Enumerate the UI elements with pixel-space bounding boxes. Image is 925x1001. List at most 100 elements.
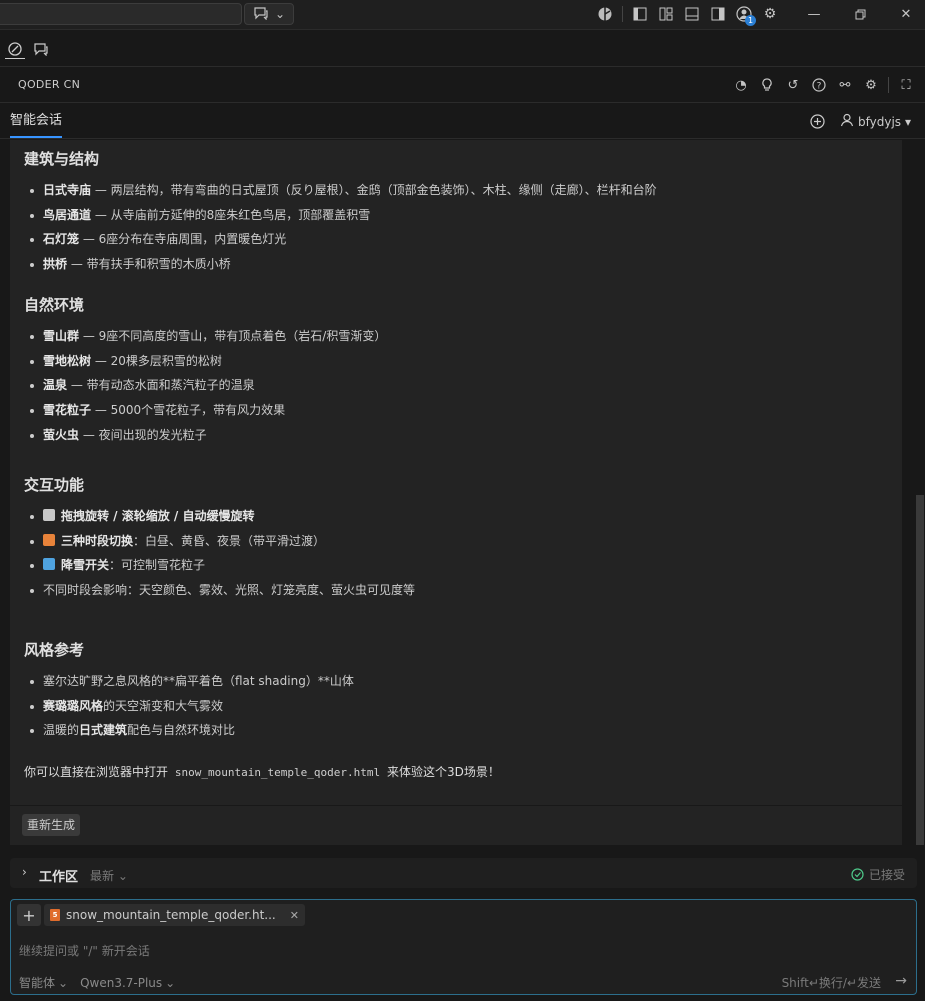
list-item: 雪山群 — 9座不同高度的雪山，带有顶点着色（岩石/积雪渐变） <box>28 324 386 349</box>
chevron-down-icon: ⌄ <box>274 7 286 21</box>
item-term: 日式寺庙 <box>43 183 92 197</box>
item-description: — 夜间出现的发光粒子 <box>79 427 207 442</box>
workspace-bar[interactable]: › 工作区 最新 ⌄ 已接受 <box>10 858 917 888</box>
scrollbar-thumb[interactable] <box>916 495 924 845</box>
item-description: — 6座分布在寺庙周围，内置暖色灯光 <box>79 232 287 247</box>
command-center-search[interactable] <box>0 3 242 25</box>
user-menu[interactable]: bfydyjs ▾ <box>840 113 911 130</box>
settings-gear-icon[interactable]: ⚙ <box>858 75 884 95</box>
list-item: 温暖的日式建筑配色与自然环境对比 <box>28 718 354 743</box>
item-prefix: 温暖的 <box>43 723 80 738</box>
emoji-icon <box>43 558 55 571</box>
item-term: 萤火虫 <box>43 427 80 442</box>
chat-bubble-icon[interactable] <box>31 39 51 59</box>
emoji-icon <box>43 509 55 521</box>
item-term: 三种时段切换 <box>61 533 134 548</box>
item-term: 鸟居通道 <box>43 207 92 222</box>
item-description: 的天空渐变和大气雾效 <box>103 698 224 713</box>
list-item: 石灯笼 — 6座分布在寺庙周围，内置暖色灯光 <box>28 227 657 252</box>
account-icon[interactable]: 1 <box>731 4 757 26</box>
list-item: 拖拽旋转 / 滚轮缩放 / 自动缓慢旋转 <box>28 504 415 529</box>
customize-layout-icon[interactable] <box>653 4 679 24</box>
status-label: 已接受 <box>868 868 905 882</box>
message-actions: 重新生成 <box>10 806 902 845</box>
input-toolbar: 智能体 ⌄ Qwen3.7-Plus ⌄ Shift↵换行/↵发送 → <box>19 973 909 991</box>
list-item: 塞尔达旷野之息风格的**扁平着色（flat shading）**山体 <box>28 669 354 694</box>
chat-dropdown[interactable]: ⌄ <box>244 3 294 25</box>
panel-header: QODER CN ◔ ↺ ? ⚯ ⚙ ⛶ <box>0 67 925 103</box>
item-term: 降雪开关 <box>61 558 110 573</box>
activity-row <box>0 31 925 67</box>
item-description: — 5000个雪花粒子，带有风力效果 <box>91 403 286 418</box>
new-chat-icon[interactable] <box>808 112 826 130</box>
close-icon[interactable]: ✕ <box>290 909 299 922</box>
chat-input-box[interactable]: + 5 snow_mountain_temple_qoder.ht... ✕ 继… <box>10 899 917 995</box>
divider <box>622 6 623 22</box>
list-item: 雪花粒子 — 5000个雪花粒子，带有风力效果 <box>28 398 386 423</box>
tab-smart-chat[interactable]: 智能会话 <box>10 104 63 138</box>
model-dropdown[interactable]: Qwen3.7-Plus ⌄ <box>80 976 175 990</box>
section-heading: 建筑与结构 <box>24 150 100 168</box>
lightbulb-icon[interactable] <box>754 75 780 95</box>
chat-history-icon[interactable] <box>5 39 25 59</box>
closing-text-before: 你可以直接在浏览器中打开 <box>24 765 169 779</box>
list-item: 日式寺庙 — 两层结构，带有弯曲的日式屋顶（反り屋根）、金鸱（顶部金色装饰）、木… <box>28 178 657 203</box>
maximize-icon[interactable]: ⛶ <box>893 75 919 95</box>
mode-dropdown[interactable]: 智能体 ⌄ <box>19 974 68 991</box>
list-item: 萤火虫 — 夜间出现的发光粒子 <box>28 423 386 448</box>
add-context-button[interactable]: + <box>17 904 41 926</box>
list-item: 三种时段切换：白昼、黄昏、夜景（带平滑过渡） <box>28 529 415 554</box>
file-chip[interactable]: 5 snow_mountain_temple_qoder.ht... ✕ <box>44 904 305 926</box>
regenerate-button[interactable]: 重新生成 <box>22 814 81 836</box>
bullet-list: 塞尔达旷野之息风格的**扁平着色（flat shading）**山体 赛璐璐风格的… <box>28 669 354 743</box>
restore-button[interactable] <box>840 4 880 24</box>
bullet-list: 日式寺庙 — 两层结构，带有弯曲的日式屋顶（反り屋根）、金鸱（顶部金色装饰）、木… <box>28 178 657 277</box>
list-item: 拱桥 — 带有扶手和积雪的木质小桥 <box>28 252 657 277</box>
settings-gear-icon[interactable]: ⚙ <box>757 4 783 24</box>
item-term: 拱桥 <box>43 257 68 272</box>
sort-label: 最新 <box>90 869 115 883</box>
item-term: 日式建筑 <box>79 723 128 738</box>
connection-icon[interactable]: ⚯ <box>832 75 858 95</box>
chevron-right-icon[interactable]: › <box>22 865 27 879</box>
item-term: 赛璐璐风格 <box>43 698 104 713</box>
file-chip-label: snow_mountain_temple_qoder.ht... <box>66 908 276 922</box>
model-label: Qwen3.7-Plus <box>80 975 163 990</box>
accepted-status: 已接受 <box>851 866 905 883</box>
caret-down-icon: ▾ <box>905 114 912 129</box>
item-description: 配色与自然环境对比 <box>127 723 236 738</box>
item-description: — 20棵多层积雪的松树 <box>91 353 222 368</box>
mode-label: 智能体 <box>19 976 56 990</box>
layout-controls: 1 ⚙ <box>592 4 783 26</box>
send-button[interactable]: → <box>895 973 907 989</box>
close-window-button[interactable]: ✕ <box>886 4 925 24</box>
divider <box>888 77 889 93</box>
filename-code[interactable]: snow_mountain_temple_qoder.html <box>175 766 380 779</box>
html-file-icon: 5 <box>50 909 60 921</box>
dashboard-icon[interactable]: ◔ <box>728 75 754 95</box>
item-term: 雪山群 <box>43 329 80 343</box>
toggle-secondary-sidebar-icon[interactable] <box>705 4 731 24</box>
list-item: 降雪开关：可控制雪花粒子 <box>28 553 415 578</box>
item-term: 石灯笼 <box>43 232 80 247</box>
svg-text:?: ? <box>817 82 822 92</box>
copilot-icon[interactable] <box>592 4 618 24</box>
item-term: 温泉 <box>43 378 68 393</box>
workspace-title: 工作区 <box>39 870 79 885</box>
history-icon[interactable]: ↺ <box>780 75 806 95</box>
minimize-button[interactable]: — <box>794 4 834 24</box>
help-icon[interactable]: ? <box>806 75 832 95</box>
list-item: 赛璐璐风格的天空渐变和大气雾效 <box>28 694 354 719</box>
check-circle-icon <box>851 868 864 881</box>
sort-dropdown[interactable]: 最新 ⌄ <box>90 867 128 884</box>
chat-input[interactable]: 继续提问或 "/" 新开会话 <box>19 942 150 959</box>
closing-line: 你可以直接在浏览器中打开 snow_mountain_temple_qoder.… <box>24 763 500 780</box>
bullet-list: 雪山群 — 9座不同高度的雪山，带有顶点着色（岩石/积雪渐变） 雪地松树 — 20… <box>28 324 386 447</box>
item-term: 雪花粒子 <box>43 403 92 418</box>
toggle-panel-icon[interactable] <box>679 4 705 24</box>
item-term: 雪地松树 <box>43 353 92 368</box>
item-description: — 9座不同高度的雪山，带有顶点着色（岩石/积雪渐变） <box>79 329 387 343</box>
toggle-primary-sidebar-icon[interactable] <box>627 4 653 24</box>
item-description: 塞尔达旷野之息风格的**扁平着色（flat shading）**山体 <box>43 674 354 688</box>
list-item: 雪地松树 — 20棵多层积雪的松树 <box>28 349 386 374</box>
